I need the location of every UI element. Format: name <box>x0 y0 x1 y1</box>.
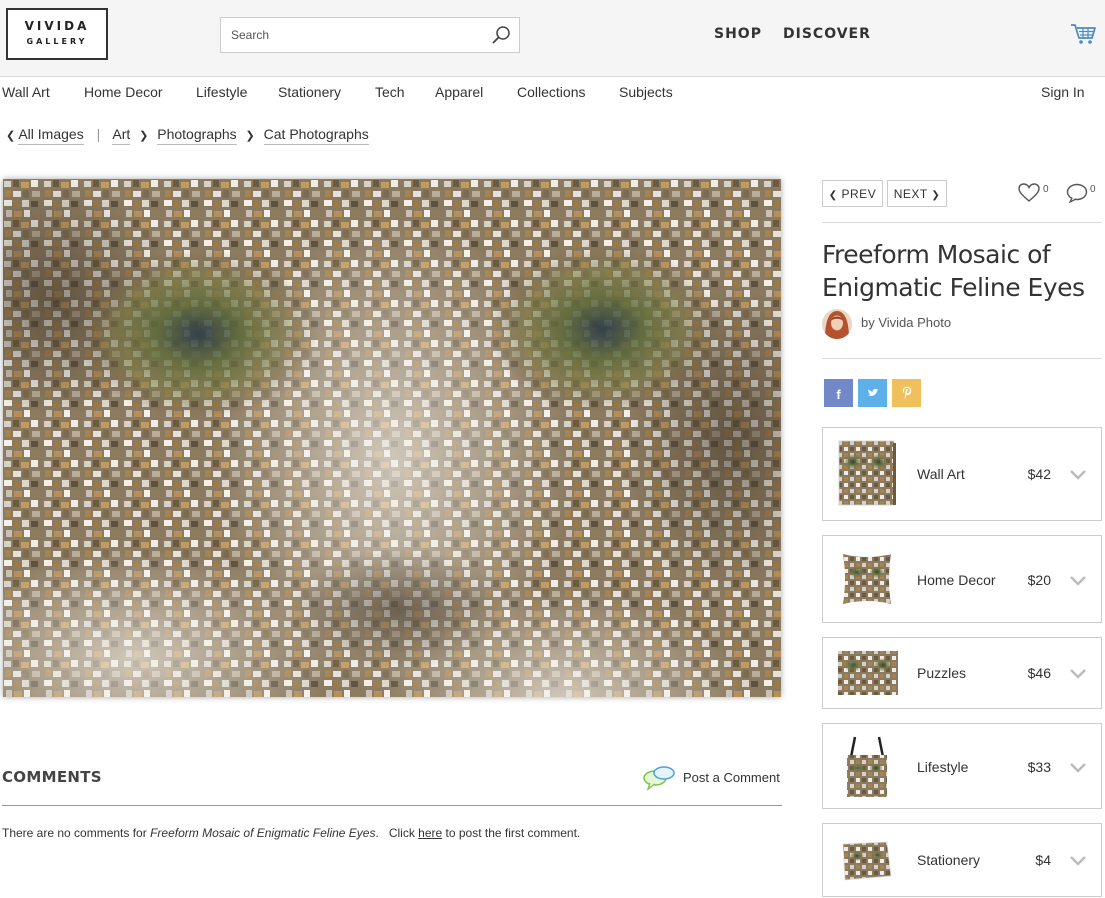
chevron-down-icon[interactable] <box>1069 855 1087 867</box>
no-comments-suffix: to post the first comment. <box>442 826 581 840</box>
product-name: Stationery <box>917 852 981 868</box>
category-subjects[interactable]: Subjects <box>619 84 673 100</box>
product-wall-art[interactable]: Wall Art $42 <box>822 427 1102 521</box>
speech-bubbles-icon <box>643 766 675 791</box>
pinterest-share-button[interactable] <box>892 379 921 407</box>
greeting-card-icon <box>842 841 892 881</box>
next-button[interactable]: NEXT ❯ <box>887 180 947 207</box>
product-price: $33 <box>1027 759 1051 775</box>
product-price: $20 <box>1027 572 1051 588</box>
breadcrumb-cat-photographs[interactable]: Cat Photographs <box>263 126 369 145</box>
comments-count: 0 <box>1090 184 1096 195</box>
breadcrumb: ❮ All Images | Art ❯ Photographs ❯ Cat P… <box>6 126 369 145</box>
search-box <box>220 17 520 53</box>
tote-bag-icon <box>847 736 887 797</box>
site-header: VIVIDA GALLERY SHOP DISCOVER <box>0 0 1105 77</box>
chevron-down-icon[interactable] <box>1069 668 1087 680</box>
sign-in-link[interactable]: Sign In <box>1041 84 1085 100</box>
nav-shop[interactable]: SHOP <box>714 26 762 42</box>
chevron-down-icon[interactable] <box>1069 575 1087 587</box>
product-lifestyle[interactable]: Lifestyle $33 <box>822 723 1102 809</box>
category-nav: Wall Art Home Decor Lifestyle Stationery… <box>0 84 1105 102</box>
category-wall-art[interactable]: Wall Art <box>2 84 50 100</box>
logo-line2: GALLERY <box>26 37 88 46</box>
artwork-image[interactable] <box>3 179 781 697</box>
breadcrumb-photographs[interactable]: Photographs <box>157 126 237 145</box>
heart-icon[interactable] <box>1018 183 1040 203</box>
product-price: $4 <box>1035 852 1051 868</box>
product-stationery[interactable]: Stationery $4 <box>822 823 1102 897</box>
likes-count: 0 <box>1043 184 1049 195</box>
search-input[interactable] <box>221 18 471 52</box>
product-puzzles[interactable]: Puzzles $46 <box>822 637 1102 709</box>
no-comments-artwork-title: Freeform Mosaic of Enigmatic Feline Eyes <box>150 826 376 840</box>
product-price: $46 <box>1027 665 1051 681</box>
no-comments-prefix: There are no comments for <box>2 826 151 840</box>
product-name: Lifestyle <box>917 759 969 775</box>
canvas-print-icon <box>838 440 896 506</box>
comment-bubble-icon[interactable] <box>1066 183 1088 203</box>
chevron-right-icon: ❯ <box>139 130 149 142</box>
chevron-left-icon: ❮ <box>828 190 838 201</box>
twitter-share-button[interactable] <box>858 379 887 407</box>
artist-name-link[interactable]: by Vivida Photo <box>861 315 951 330</box>
comments-heading: COMMENTS <box>2 768 102 786</box>
post-comment-button[interactable]: Post a Comment <box>642 765 782 791</box>
post-first-comment-link[interactable]: here <box>418 826 442 840</box>
product-price: $42 <box>1027 466 1051 482</box>
breadcrumb-all-images[interactable]: All Images <box>18 126 84 145</box>
product-name: Home Decor <box>917 572 996 588</box>
chevron-right-icon: ❯ <box>931 190 941 201</box>
product-name: Wall Art <box>917 466 965 482</box>
facebook-share-button[interactable]: f <box>824 379 853 407</box>
chevron-down-icon[interactable] <box>1069 762 1087 774</box>
chevron-down-icon[interactable] <box>1069 469 1087 481</box>
no-comments-mid: . Click <box>375 826 419 840</box>
chevron-left-icon: ❮ <box>6 130 16 142</box>
artwork-title: Freeform Mosaic of Enigmatic Feline Eyes <box>822 240 1085 302</box>
vivida-gallery-logo[interactable]: VIVIDA GALLERY <box>6 8 108 60</box>
avatar-image <box>822 309 852 339</box>
category-apparel[interactable]: Apparel <box>435 84 483 100</box>
logo-line1: VIVIDA <box>24 19 90 33</box>
chevron-right-icon: ❯ <box>245 130 255 142</box>
product-home-decor[interactable]: Home Decor $20 <box>822 535 1102 623</box>
twitter-bird-icon <box>867 388 878 396</box>
category-home-decor[interactable]: Home Decor <box>84 84 163 100</box>
pinterest-icon <box>902 386 911 399</box>
comments-divider <box>2 805 782 806</box>
post-comment-label: Post a Comment <box>683 770 780 785</box>
category-tech[interactable]: Tech <box>375 84 405 100</box>
nav-discover[interactable]: DISCOVER <box>783 26 871 42</box>
no-comments-message: There are no comments for Freeform Mosai… <box>2 826 580 840</box>
divider <box>822 222 1102 223</box>
category-collections[interactable]: Collections <box>517 84 585 100</box>
prev-label: PREV <box>841 187 877 201</box>
next-label: NEXT <box>893 187 928 201</box>
pillow-icon <box>843 554 891 604</box>
shopping-cart-icon[interactable] <box>1070 22 1096 46</box>
prev-button[interactable]: ❮ PREV <box>822 180 883 207</box>
category-lifestyle[interactable]: Lifestyle <box>196 84 247 100</box>
search-icon[interactable] <box>491 25 511 45</box>
facebook-icon: f <box>836 387 841 402</box>
product-name: Puzzles <box>917 665 967 681</box>
breadcrumb-art[interactable]: Art <box>112 126 131 145</box>
category-stationery[interactable]: Stationery <box>278 84 341 100</box>
artist-avatar[interactable] <box>822 309 852 339</box>
puzzle-icon <box>838 651 898 695</box>
breadcrumb-separator: | <box>96 126 101 142</box>
divider <box>822 358 1102 359</box>
